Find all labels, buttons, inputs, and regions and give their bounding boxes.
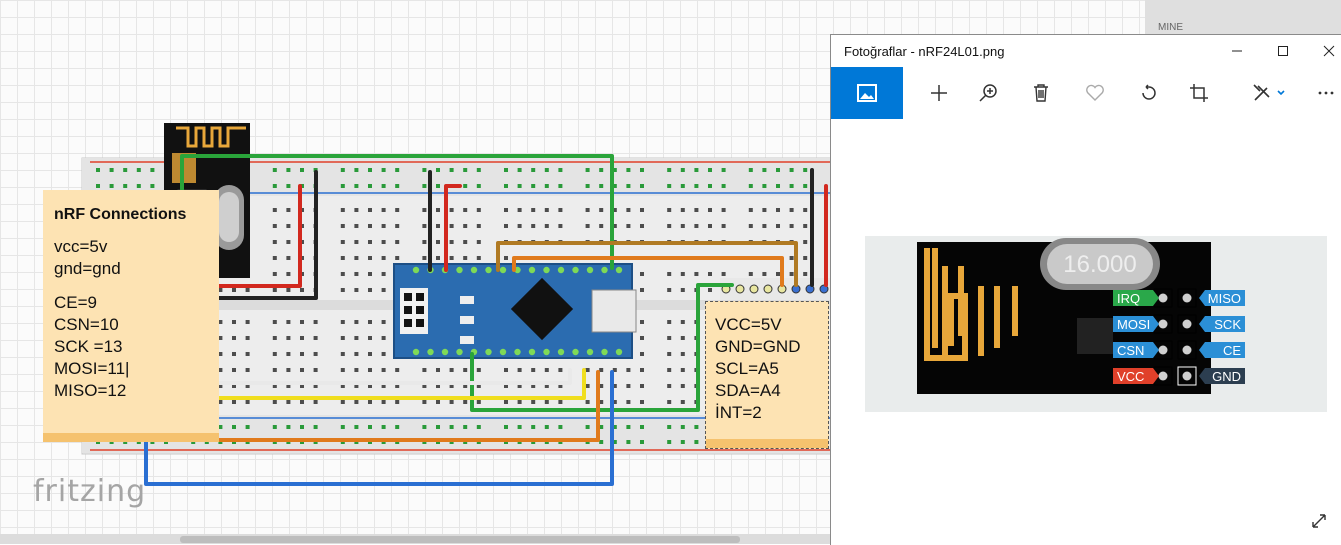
pin-label-miso: MISO xyxy=(1208,291,1241,306)
photos-toolbar xyxy=(831,67,1341,119)
close-icon xyxy=(1323,45,1335,57)
title-bar[interactable]: Fotoğraflar - nRF24L01.png xyxy=(831,35,1341,67)
add-button[interactable] xyxy=(917,67,961,119)
pin-label-vcc: VCC xyxy=(1117,369,1144,384)
note-nrf-connections[interactable]: nRF Connections vcc=5v gnd=gnd CE=9 CSN=… xyxy=(43,190,219,442)
more-icon xyxy=(1318,91,1333,95)
arduino-nano xyxy=(393,263,637,359)
view-image-icon xyxy=(857,84,877,102)
rotate-button[interactable] xyxy=(1127,67,1171,119)
nrf24l01-pinout-image: 16.000 IRQ MISO MOSI SCK CSN CE VCC GND xyxy=(865,236,1327,412)
favorite-button[interactable] xyxy=(1073,67,1117,119)
note-line: vcc=5v xyxy=(54,237,108,256)
note-sensor-connections[interactable]: VCC=5V GND=GND SCL=A5 SDA=A4 İNT=2 xyxy=(705,301,829,449)
pin-label-csn: CSN xyxy=(1117,343,1144,358)
close-button[interactable] xyxy=(1306,35,1341,67)
pin-label-gnd: GND xyxy=(1212,369,1241,384)
note-title: nRF Connections xyxy=(54,206,187,223)
delete-button[interactable] xyxy=(1019,67,1063,119)
note-line: CE=9 xyxy=(54,293,97,312)
more-button[interactable] xyxy=(1309,67,1341,119)
add-icon xyxy=(931,85,947,101)
view-image-button[interactable] xyxy=(831,67,903,119)
pin-label-ce: CE xyxy=(1223,343,1241,358)
edit-icon xyxy=(1253,84,1285,101)
zoom-icon xyxy=(979,84,997,102)
minimize-icon xyxy=(1232,50,1242,52)
note-line: CSN=10 xyxy=(54,315,119,334)
note-line: GND=GND xyxy=(715,337,801,356)
crop-button[interactable] xyxy=(1177,67,1221,119)
image-viewer[interactable]: 16.000 IRQ MISO MOSI SCK CSN CE VCC GND xyxy=(831,119,1341,545)
favorite-icon xyxy=(1086,84,1104,101)
pin-label-sck: SCK xyxy=(1214,317,1241,332)
minimize-button[interactable] xyxy=(1214,35,1260,67)
maximize-button[interactable] xyxy=(1260,35,1306,67)
crop-icon xyxy=(1190,84,1208,102)
expand-icon[interactable] xyxy=(1309,511,1329,531)
note-line: MOSI=11| xyxy=(54,359,130,378)
note-gap xyxy=(54,280,209,292)
note-line: VCC=5V xyxy=(715,315,782,334)
pin-label-irq: IRQ xyxy=(1117,291,1140,306)
edit-button[interactable] xyxy=(1243,67,1295,119)
delete-icon xyxy=(1034,84,1048,102)
pin-label-mosi: MOSI xyxy=(1117,317,1150,332)
zoom-button[interactable] xyxy=(967,67,1011,119)
parts-bin-label: MINE xyxy=(1158,22,1183,33)
sensor-header xyxy=(720,278,832,300)
note-line: SCK =13 xyxy=(54,337,123,356)
fritzing-logo: fritzing xyxy=(33,474,147,509)
photos-window[interactable]: Fotoğraflar - nRF24L01.png 16.000 IRQ MI… xyxy=(830,34,1341,545)
rotate-icon xyxy=(1142,84,1156,100)
note-line: SCL=A5 xyxy=(715,359,779,378)
note-line: gnd=gnd xyxy=(54,259,121,278)
chip xyxy=(1077,318,1113,354)
note-line: İNT=2 xyxy=(715,403,762,422)
maximize-icon xyxy=(1278,46,1288,56)
scrollbar-thumb[interactable] xyxy=(180,536,740,543)
window-title: Fotoğraflar - nRF24L01.png xyxy=(844,44,1005,59)
note-line: MISO=12 xyxy=(54,381,127,400)
note-line: SDA=A4 xyxy=(715,381,781,400)
crystal-label: 16.000 xyxy=(1063,251,1136,278)
